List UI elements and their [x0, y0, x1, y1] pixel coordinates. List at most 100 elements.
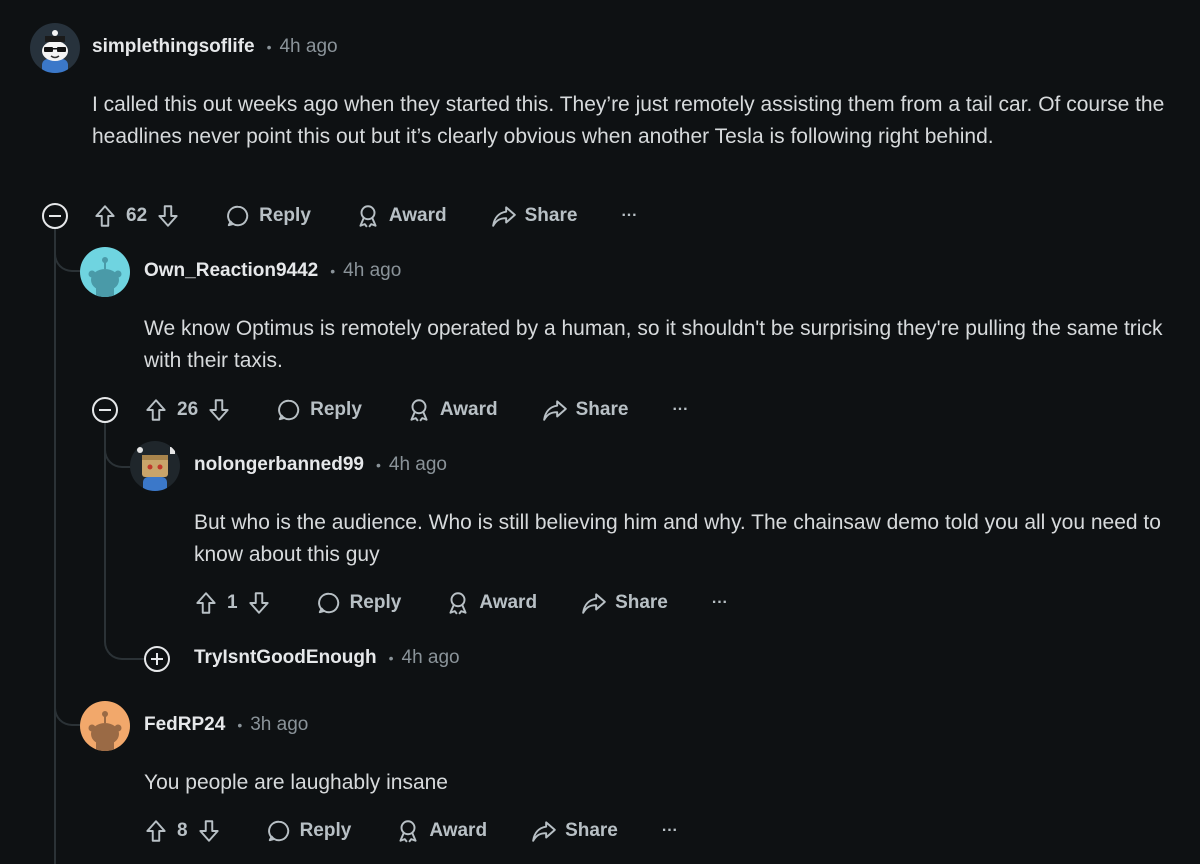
reply-button[interactable]: Reply	[316, 590, 402, 616]
more-options-button[interactable]: ···	[672, 401, 688, 419]
award-button[interactable]: Award	[355, 203, 447, 229]
comment-actions: 8 Reply Award Share ···	[143, 813, 678, 849]
reply-button[interactable]: Reply	[266, 818, 352, 844]
thread-line-level-1	[54, 230, 56, 864]
share-button[interactable]: Share	[542, 397, 629, 423]
speech-bubble-icon	[267, 820, 289, 842]
upvote-arrow-icon[interactable]	[193, 590, 219, 616]
award-ribbon-icon	[359, 205, 377, 228]
snoo-avatar-icon	[80, 247, 130, 297]
expand-thread-button[interactable]	[144, 646, 170, 672]
comment-actions: 1 Reply Award Share ···	[193, 585, 728, 621]
vote-group: 62	[92, 203, 181, 229]
downvote-arrow-icon[interactable]	[206, 397, 232, 423]
share-arrow-icon	[491, 206, 516, 227]
thread-branch-4	[54, 680, 80, 726]
more-options-button[interactable]: ···	[662, 822, 678, 840]
vote-group: 1	[193, 590, 272, 616]
vote-group: 26	[143, 397, 232, 423]
minus-circle-icon	[49, 215, 61, 217]
share-arrow-icon	[582, 593, 606, 614]
username[interactable]: FedRP24	[144, 714, 225, 736]
reply-label: Reply	[349, 592, 402, 613]
speech-bubble-icon	[227, 205, 249, 227]
avatar-fedrp24[interactable]	[80, 701, 130, 751]
vote-count: 1	[227, 592, 238, 613]
more-options-button[interactable]: ···	[621, 207, 637, 225]
share-label: Share	[565, 820, 618, 841]
award-label: Award	[479, 592, 538, 613]
avatar-simplethingsoflife[interactable]	[30, 23, 80, 73]
comment-header: simplethingsoflife • 4h ago	[92, 32, 338, 62]
downvote-arrow-icon[interactable]	[196, 818, 222, 844]
comment-header: nolongerbanned99 • 4h ago	[194, 450, 447, 480]
plus-circle-icon-vertical	[156, 653, 158, 665]
award-ribbon-icon	[410, 399, 428, 422]
upvote-arrow-icon[interactable]	[92, 203, 118, 229]
separator-dot: •	[237, 717, 243, 733]
snoo-avatar-icon	[30, 23, 80, 73]
share-button[interactable]: Share	[581, 590, 668, 616]
reply-label: Reply	[299, 820, 352, 841]
award-button[interactable]: Award	[445, 590, 537, 616]
award-label: Award	[439, 399, 498, 420]
more-options-icon: ···	[661, 822, 678, 839]
avatar-nolongerbanned99[interactable]	[130, 441, 180, 491]
award-button[interactable]: Award	[406, 397, 498, 423]
speech-bubble-icon	[317, 592, 339, 614]
more-options-icon: ···	[621, 207, 638, 224]
award-button[interactable]: Award	[395, 818, 487, 844]
downvote-arrow-icon[interactable]	[246, 590, 272, 616]
thread-branch-2	[104, 422, 132, 468]
avatar-own-reaction9442[interactable]	[80, 247, 130, 297]
comment-body: We know Optimus is remotely operated by …	[144, 317, 1163, 372]
username[interactable]: nolongerbanned99	[194, 454, 364, 476]
snoo-avatar-icon	[130, 441, 180, 491]
share-label: Share	[615, 592, 668, 613]
vote-count: 26	[177, 399, 199, 420]
share-button[interactable]: Share	[531, 818, 618, 844]
more-options-icon: ···	[711, 594, 728, 611]
reply-button[interactable]: Reply	[225, 203, 311, 229]
upvote-arrow-icon[interactable]	[143, 818, 169, 844]
collapse-thread-button[interactable]	[92, 397, 118, 423]
more-options-icon: ···	[672, 401, 689, 418]
thread-branch-1	[54, 228, 80, 272]
timestamp[interactable]: 3h ago	[250, 714, 308, 736]
separator-dot: •	[388, 650, 394, 666]
separator-dot: •	[375, 457, 381, 473]
comment-body: But who is the audience. Who is still be…	[194, 511, 1161, 566]
collapsed-comment-header: TryIsntGoodEnough • 4h ago	[194, 643, 460, 673]
username[interactable]: Own_Reaction9442	[144, 260, 318, 282]
vote-group: 8	[143, 818, 222, 844]
reply-button[interactable]: Reply	[276, 397, 362, 423]
snoo-avatar-icon	[80, 701, 130, 751]
timestamp[interactable]: 4h ago	[402, 647, 460, 669]
award-label: Award	[388, 205, 447, 226]
share-button[interactable]: Share	[491, 203, 578, 229]
timestamp[interactable]: 4h ago	[279, 36, 337, 58]
comment-header: FedRP24 • 3h ago	[144, 710, 308, 740]
thread-branch-3	[104, 620, 144, 660]
share-label: Share	[524, 205, 578, 226]
comment-body: I called this out weeks ago when they st…	[92, 93, 1165, 148]
award-ribbon-icon	[399, 820, 417, 843]
speech-bubble-icon	[278, 399, 300, 421]
share-arrow-icon	[542, 400, 567, 421]
upvote-arrow-icon[interactable]	[143, 397, 169, 423]
collapse-thread-button[interactable]	[42, 203, 68, 229]
comment-header: Own_Reaction9442 • 4h ago	[144, 256, 401, 286]
username[interactable]: TryIsntGoodEnough	[194, 647, 377, 669]
share-arrow-icon	[532, 821, 556, 842]
downvote-arrow-icon[interactable]	[155, 203, 181, 229]
timestamp[interactable]: 4h ago	[389, 454, 447, 476]
comment-actions: 26 Reply Award Share ···	[143, 392, 688, 428]
vote-count: 8	[177, 820, 188, 841]
award-label: Award	[429, 820, 488, 841]
comment-thread: simplethingsoflife • 4h ago I called thi…	[0, 0, 1200, 864]
timestamp[interactable]: 4h ago	[343, 260, 401, 282]
username[interactable]: simplethingsoflife	[92, 36, 255, 58]
minus-circle-icon	[99, 409, 111, 411]
share-label: Share	[575, 399, 629, 420]
more-options-button[interactable]: ···	[712, 594, 728, 612]
